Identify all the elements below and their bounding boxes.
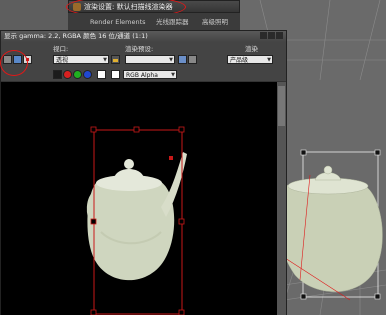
render-mode-dropdown[interactable]: 产品级 ▼ (227, 55, 273, 64)
frame-window-title-bar[interactable]: 显示 gamma: 2.2, RGBA 颜色 16 位/通道 (1:1) (1, 31, 286, 42)
green-channel-icon[interactable] (73, 70, 82, 79)
channel-dropdown[interactable]: RGB Alpha ▼ (123, 70, 177, 79)
tab-advanced-lighting[interactable]: 高级照明 (202, 16, 228, 28)
maximize-button[interactable] (268, 32, 275, 39)
rendered-teapot (86, 152, 187, 281)
render-setup-title-bar[interactable]: 渲染设置: 默认扫描线渲染器 (68, 0, 240, 13)
display-alpha-icon[interactable] (53, 70, 62, 79)
render-setup-title: 渲染设置: 默认扫描线渲染器 (84, 3, 173, 11)
frame-window-title: 显示 gamma: 2.2, RGBA 颜色 16 位/通道 (1:1) (4, 32, 148, 40)
frame-toolbar-channels: RGB Alpha ▼ (1, 67, 286, 82)
lock-icon[interactable] (111, 55, 120, 64)
preset-load-icon[interactable] (178, 55, 187, 64)
blue-channel-icon[interactable] (83, 70, 92, 79)
frame-toolbar-top: 透视 ▼ ▼ 产品级 ▼ (1, 52, 286, 66)
canvas-scrollbar[interactable] (277, 82, 286, 315)
copy-icon[interactable] (13, 55, 22, 64)
render-value: 产品级 (230, 57, 249, 64)
channel-value: RGB Alpha (126, 72, 158, 79)
clear-icon[interactable] (111, 70, 120, 79)
app-icon (73, 3, 81, 11)
toolbar-labels: 视口: 渲染预设: 渲染 (1, 42, 286, 53)
viewport-value: 透视 (56, 57, 69, 64)
save-icon[interactable] (3, 55, 12, 64)
rendered-frame-window: 显示 gamma: 2.2, RGBA 颜色 16 位/通道 (1:1) 视口:… (0, 30, 287, 315)
teapot-model (271, 165, 383, 292)
render-canvas (1, 82, 277, 315)
clone-icon[interactable] (23, 55, 32, 64)
monochrome-icon[interactable] (97, 70, 106, 79)
render-setup-tabs: Render Elements 光线跟踪器 高级照明 (68, 13, 240, 30)
close-button[interactable] (276, 32, 283, 39)
gear-icon[interactable] (188, 55, 197, 64)
tab-render-elements[interactable]: Render Elements (90, 16, 146, 28)
red-channel-icon[interactable] (63, 70, 72, 79)
tab-raytracer[interactable]: 光线跟踪器 (156, 16, 189, 28)
preset-dropdown[interactable]: ▼ (125, 55, 175, 64)
minimize-button[interactable] (260, 32, 267, 39)
viewport-dropdown[interactable]: 透视 ▼ (53, 55, 109, 64)
